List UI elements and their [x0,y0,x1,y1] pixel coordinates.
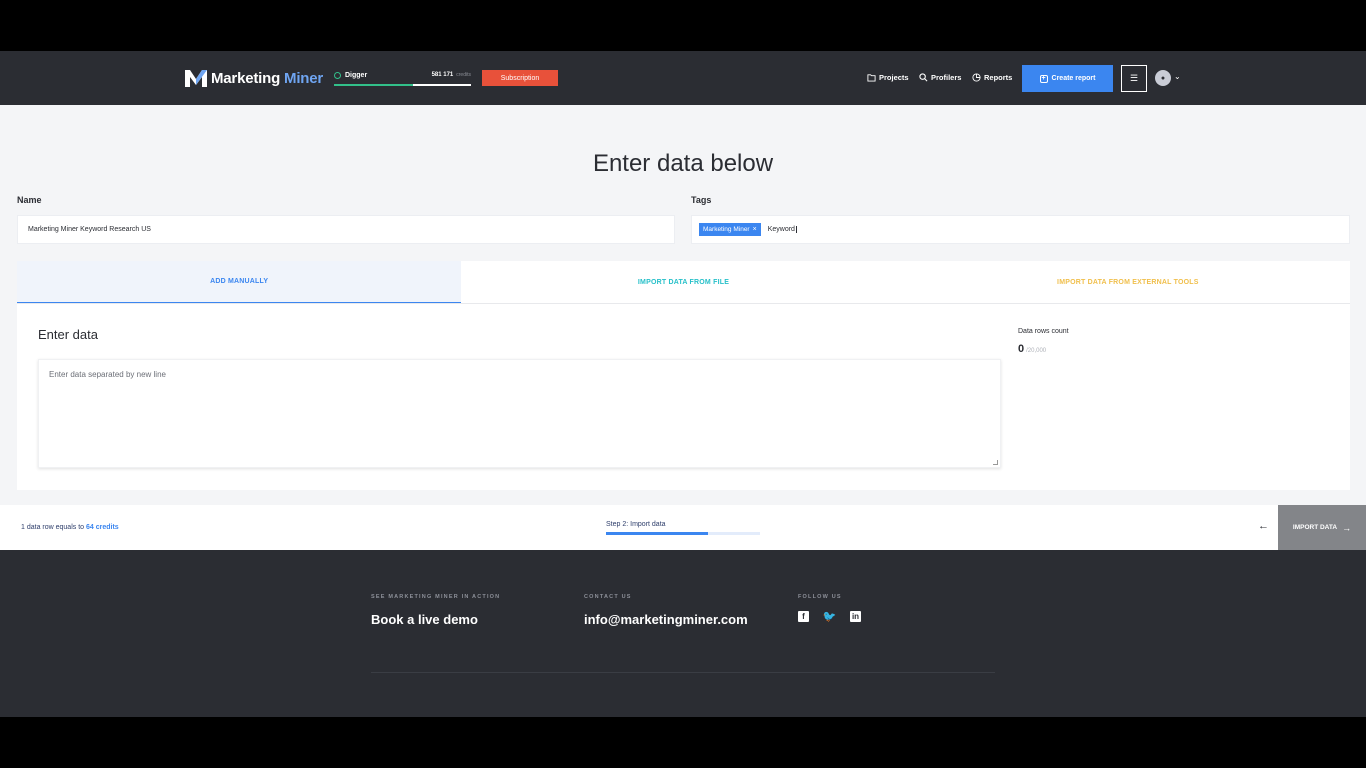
subscription-button[interactable]: Subscription [482,70,558,86]
tag-chip[interactable]: Marketing Miner × [699,223,761,236]
step-progress-fill [606,532,708,535]
demo-caption: SEE MARKETING MINER IN ACTION [371,594,501,600]
plus-icon: + [1039,74,1048,83]
footer-contact: CONTACT US info@marketingminer.com [584,594,748,627]
user-icon: ● [1160,74,1166,82]
top-navbar: Marketing Miner Digger 581 171 credits S… [0,51,1366,105]
tag-text-input[interactable]: Keyword [768,226,797,233]
linkedin-icon[interactable]: in [850,611,861,622]
rows-count: 0/20,000 [1018,343,1047,355]
book-demo-link[interactable]: Book a live demo [371,612,500,627]
name-input[interactable]: Marketing Miner Keyword Research US [17,215,675,244]
import-data-button[interactable]: IMPORT DATA → [1278,505,1366,550]
facebook-icon[interactable]: f [798,611,809,622]
page-title: Enter data below [592,150,774,177]
hamburger-icon: ☰ [1129,73,1139,83]
back-arrow-icon[interactable]: ← [1258,520,1269,532]
avatar[interactable]: ● [1155,70,1171,86]
arrow-right-icon: → [1342,522,1352,533]
pie-chart-icon [972,73,981,82]
data-textarea[interactable]: Enter data separated by new line [38,359,1001,468]
tab-import-file[interactable]: IMPORT DATA FROM FILE [461,261,905,303]
credits-value: 581 171 [431,72,454,78]
credits-unit: credits [456,72,471,78]
wizard-bar: 1 data row equals to 64 credits Step 2: … [0,505,1366,550]
name-label: Name [17,195,42,205]
contact-email-link[interactable]: info@marketingminer.com [584,612,748,627]
follow-caption: FOLLOW US [798,594,842,600]
import-tabs: ADD MANUALLY IMPORT DATA FROM FILE IMPOR… [17,261,1350,304]
tags-label: Tags [691,195,712,205]
credits-widget[interactable]: Digger 581 171 credits [334,70,471,86]
tab-import-external[interactable]: IMPORT DATA FROM EXTERNAL TOOLS [906,261,1350,303]
step-progress [606,532,760,535]
folder-icon [867,74,876,82]
logo[interactable]: Marketing Miner [184,67,323,89]
enter-data-title: Enter data [38,327,98,342]
logo-text: Marketing Miner [211,69,324,87]
credits-bar-fill [334,84,414,86]
search-icon [919,73,928,82]
rows-count-label: Data rows count [1018,328,1069,335]
tab-add-manually[interactable]: ADD MANUALLY [17,261,462,303]
plan-name: Digger [345,71,368,79]
rows-max: /20,000 [1026,348,1047,354]
letterbox-bottom [0,717,1366,768]
nav-profilers[interactable]: Profilers [919,73,961,82]
resize-handle[interactable] [993,460,998,465]
credit-value: 64 credits [86,524,119,531]
nav-projects[interactable]: Projects [867,73,909,82]
credits-bar [334,84,471,86]
manual-entry-panel: Enter data Enter data separated by new l… [17,304,1350,490]
tags-input[interactable]: Marketing Miner × Keyword [691,215,1350,244]
chevron-down-icon[interactable]: ⌄ [1174,72,1181,81]
footer-follow: FOLLOW US f 🐦 in [798,594,861,623]
contact-caption: CONTACT US [584,594,632,600]
plan-status-icon [334,71,341,79]
footer: SEE MARKETING MINER IN ACTION Book a liv… [0,550,1366,717]
remove-tag-icon[interactable]: × [753,226,757,233]
logo-icon [185,70,207,87]
nav-reports[interactable]: Reports [972,73,1012,82]
textarea-placeholder: Enter data separated by new line [49,370,166,379]
footer-demo: SEE MARKETING MINER IN ACTION Book a liv… [371,594,500,627]
menu-button[interactable]: ☰ [1121,65,1147,92]
main-content: Enter data below Name Tags Marketing Min… [0,105,1366,550]
letterbox-top [0,0,1366,51]
footer-divider [371,672,995,673]
credit-note: 1 data row equals to 64 credits [21,524,119,531]
twitter-icon[interactable]: 🐦 [823,611,837,623]
create-report-button[interactable]: + Create report [1022,65,1113,92]
step-label: Step 2: Import data [606,521,666,528]
